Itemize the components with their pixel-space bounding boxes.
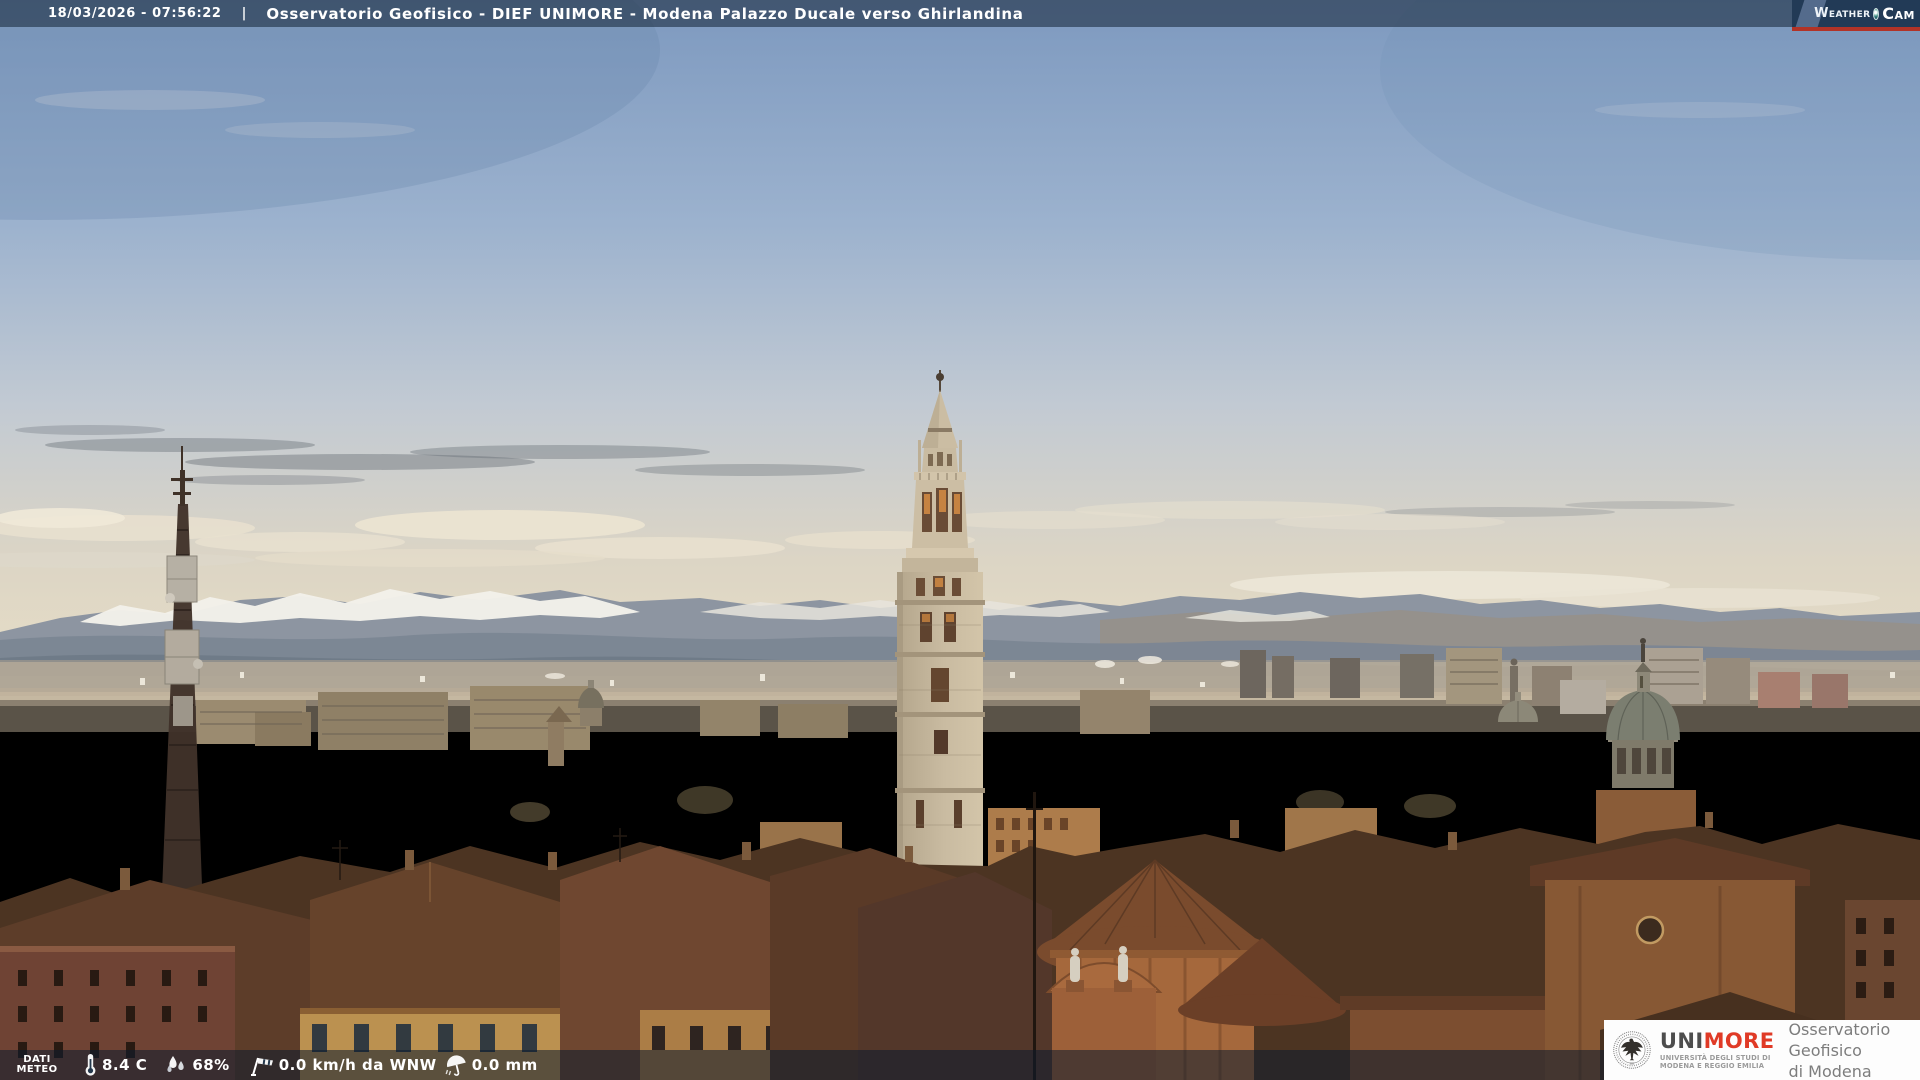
camera-lens-icon (1873, 7, 1880, 20)
unimore-credit-box: UNIMORE UNIVERSITÀ DEGLI STUDI DI MODENA… (1604, 1020, 1920, 1080)
cam-wordmark: Cam (1882, 4, 1915, 23)
umbrella-icon (445, 1054, 466, 1076)
modena-panorama-photo (0, 0, 1920, 1080)
webcam-title: Osservatorio Geofisico - DIEF UNIMORE - … (266, 4, 1024, 23)
precipitation-group: 0.0 mm (445, 1054, 538, 1076)
thermometer-icon (85, 1054, 96, 1076)
weather-cam-logo: Weather Cam (1792, 0, 1920, 31)
precipitation-value: 0.0 mm (471, 1056, 538, 1074)
unimore-wordmark: UNIMORE UNIVERSITÀ DEGLI STUDI DI MODENA… (1659, 1028, 1775, 1070)
windsock-icon (250, 1057, 273, 1076)
unimore-uni-text: UNI (1659, 1028, 1704, 1053)
separator: | (241, 6, 247, 21)
weather-wordmark: Weather (1814, 6, 1871, 21)
unimore-seal-icon (1613, 1031, 1651, 1069)
unimore-more-text: MORE (1703, 1028, 1775, 1053)
temperature-group: 8.4 C (84, 1053, 147, 1077)
observatory-name: Osservatorio Geofisico di Modena (1788, 1019, 1891, 1080)
top-info-bar: 18/03/2026 - 07:56:22 | Osservatorio Geo… (0, 0, 1920, 27)
temperature-value: 8.4 C (102, 1056, 148, 1074)
webcam-page: 18/03/2026 - 07:56:22 | Osservatorio Geo… (0, 0, 1920, 1080)
humidity-group: 68% (165, 1055, 229, 1075)
dati-meteo-label: DATI METEO (16, 1054, 58, 1075)
logo-red-stripe (1792, 27, 1920, 31)
unimore-subtitle: UNIVERSITÀ DEGLI STUDI DI MODENA E REGGI… (1659, 1053, 1771, 1070)
water-drops-icon (167, 1056, 185, 1072)
datetime-text: 18/03/2026 - 07:56:22 (48, 6, 222, 21)
humidity-value: 68% (192, 1056, 230, 1074)
wind-value: 0.0 km/h da WNW (278, 1056, 437, 1074)
wind-group: 0.0 km/h da WNW (250, 1054, 437, 1076)
